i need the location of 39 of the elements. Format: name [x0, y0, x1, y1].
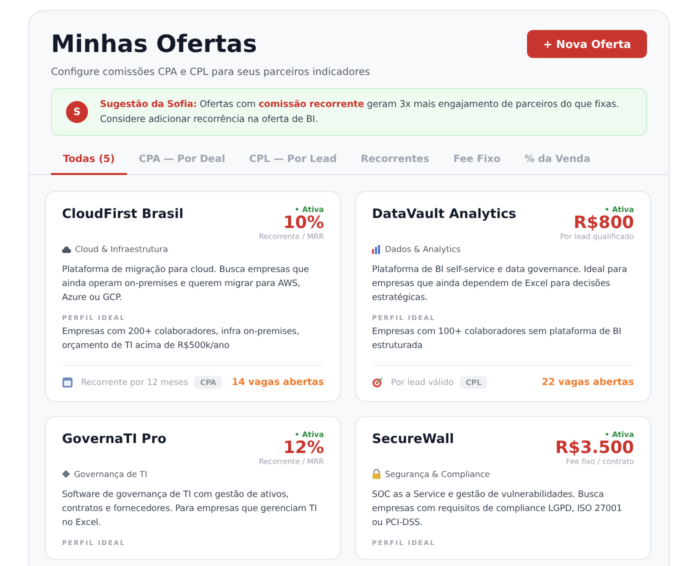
- avatar: S: [66, 101, 88, 123]
- open-slots: 14 vagas abertas: [232, 377, 324, 388]
- offer-name: DataVault Analytics: [372, 207, 516, 224]
- ideal-profile-text: Empresas com 100+ colaboradores sem plataforma de BI estruturada: [372, 326, 622, 353]
- filter-tab[interactable]: Recorrentes: [348, 148, 442, 175]
- calendar-icon: [62, 377, 73, 388]
- category-label: Segurança & Compliance: [385, 469, 490, 479]
- bar-chart-icon: [372, 244, 381, 254]
- lock-icon: [372, 469, 381, 479]
- target-icon: [372, 377, 383, 388]
- commission-value: R$800: [574, 214, 634, 232]
- diamond-icon: [62, 470, 70, 478]
- filter-tab[interactable]: % da Venda: [512, 148, 602, 175]
- new-offer-button[interactable]: + Nova Oferta: [527, 30, 647, 58]
- offer-name: SecureWall: [372, 432, 454, 449]
- commission-terms: Recorrente por 12 meses: [81, 378, 188, 388]
- offer-description: Plataforma de BI self-service e data governance. Ideal para empresas que ainda dependem de Excel para decisões estratégicas.: [372, 264, 628, 305]
- commission-value: R$3.500: [555, 439, 634, 457]
- offer-description: Software de governança de TI com gestão de ativos, contratos e fornecedores. Para empresas que gerenciam TI no Excel.: [62, 489, 318, 530]
- category-label: Dados & Analytics: [385, 244, 461, 254]
- commission-value: 12%: [283, 439, 324, 457]
- category-label: Cloud & Infraestrutura: [75, 244, 168, 254]
- cloud-icon: [62, 246, 71, 252]
- suggestion-text: Sugestão da Sofia: Ofertas com comissão recorrente geram 3x mais engajamento de parceiros do que fixas. Considere adicionar recorrência na oferta de BI.: [100, 98, 620, 127]
- filter-tab[interactable]: CPA — Por Deal: [126, 148, 238, 175]
- filter-tab[interactable]: CPL — Por Lead: [237, 148, 349, 175]
- offer-description: Plataforma de migração para cloud. Busca empresas que ainda operam on-premises e querem migrar para AWS, Azure ou GCP.: [62, 264, 310, 305]
- ideal-profile-text: Empresas com 200+ colaboradores, infra on-premises, orçamento de TI acima de R$500k/ano: [62, 326, 300, 353]
- filter-tab[interactable]: Fee Fixo: [441, 148, 512, 175]
- offer-description: SOC as a Service e gestão de vulnerabilidades. Busca empresas com requisitos de compliance LGPD, ISO 27001 ou PCI-DSS.: [372, 489, 624, 530]
- open-slots: 22 vagas abertas: [542, 377, 634, 388]
- commission-terms: Por lead válido: [391, 378, 454, 388]
- page-title: Minhas Ofertas: [51, 29, 258, 59]
- page-subtitle: Configure comissões CPA e CPL para seus parceiros indicadores: [51, 67, 370, 78]
- offer-name: GovernaTI Pro: [62, 432, 166, 449]
- category-label: Governança de TI: [74, 469, 148, 479]
- commission-value: 10%: [283, 214, 324, 232]
- offer-name: CloudFirst Brasil: [62, 207, 184, 224]
- filter-tab[interactable]: Todas (5): [51, 148, 127, 175]
